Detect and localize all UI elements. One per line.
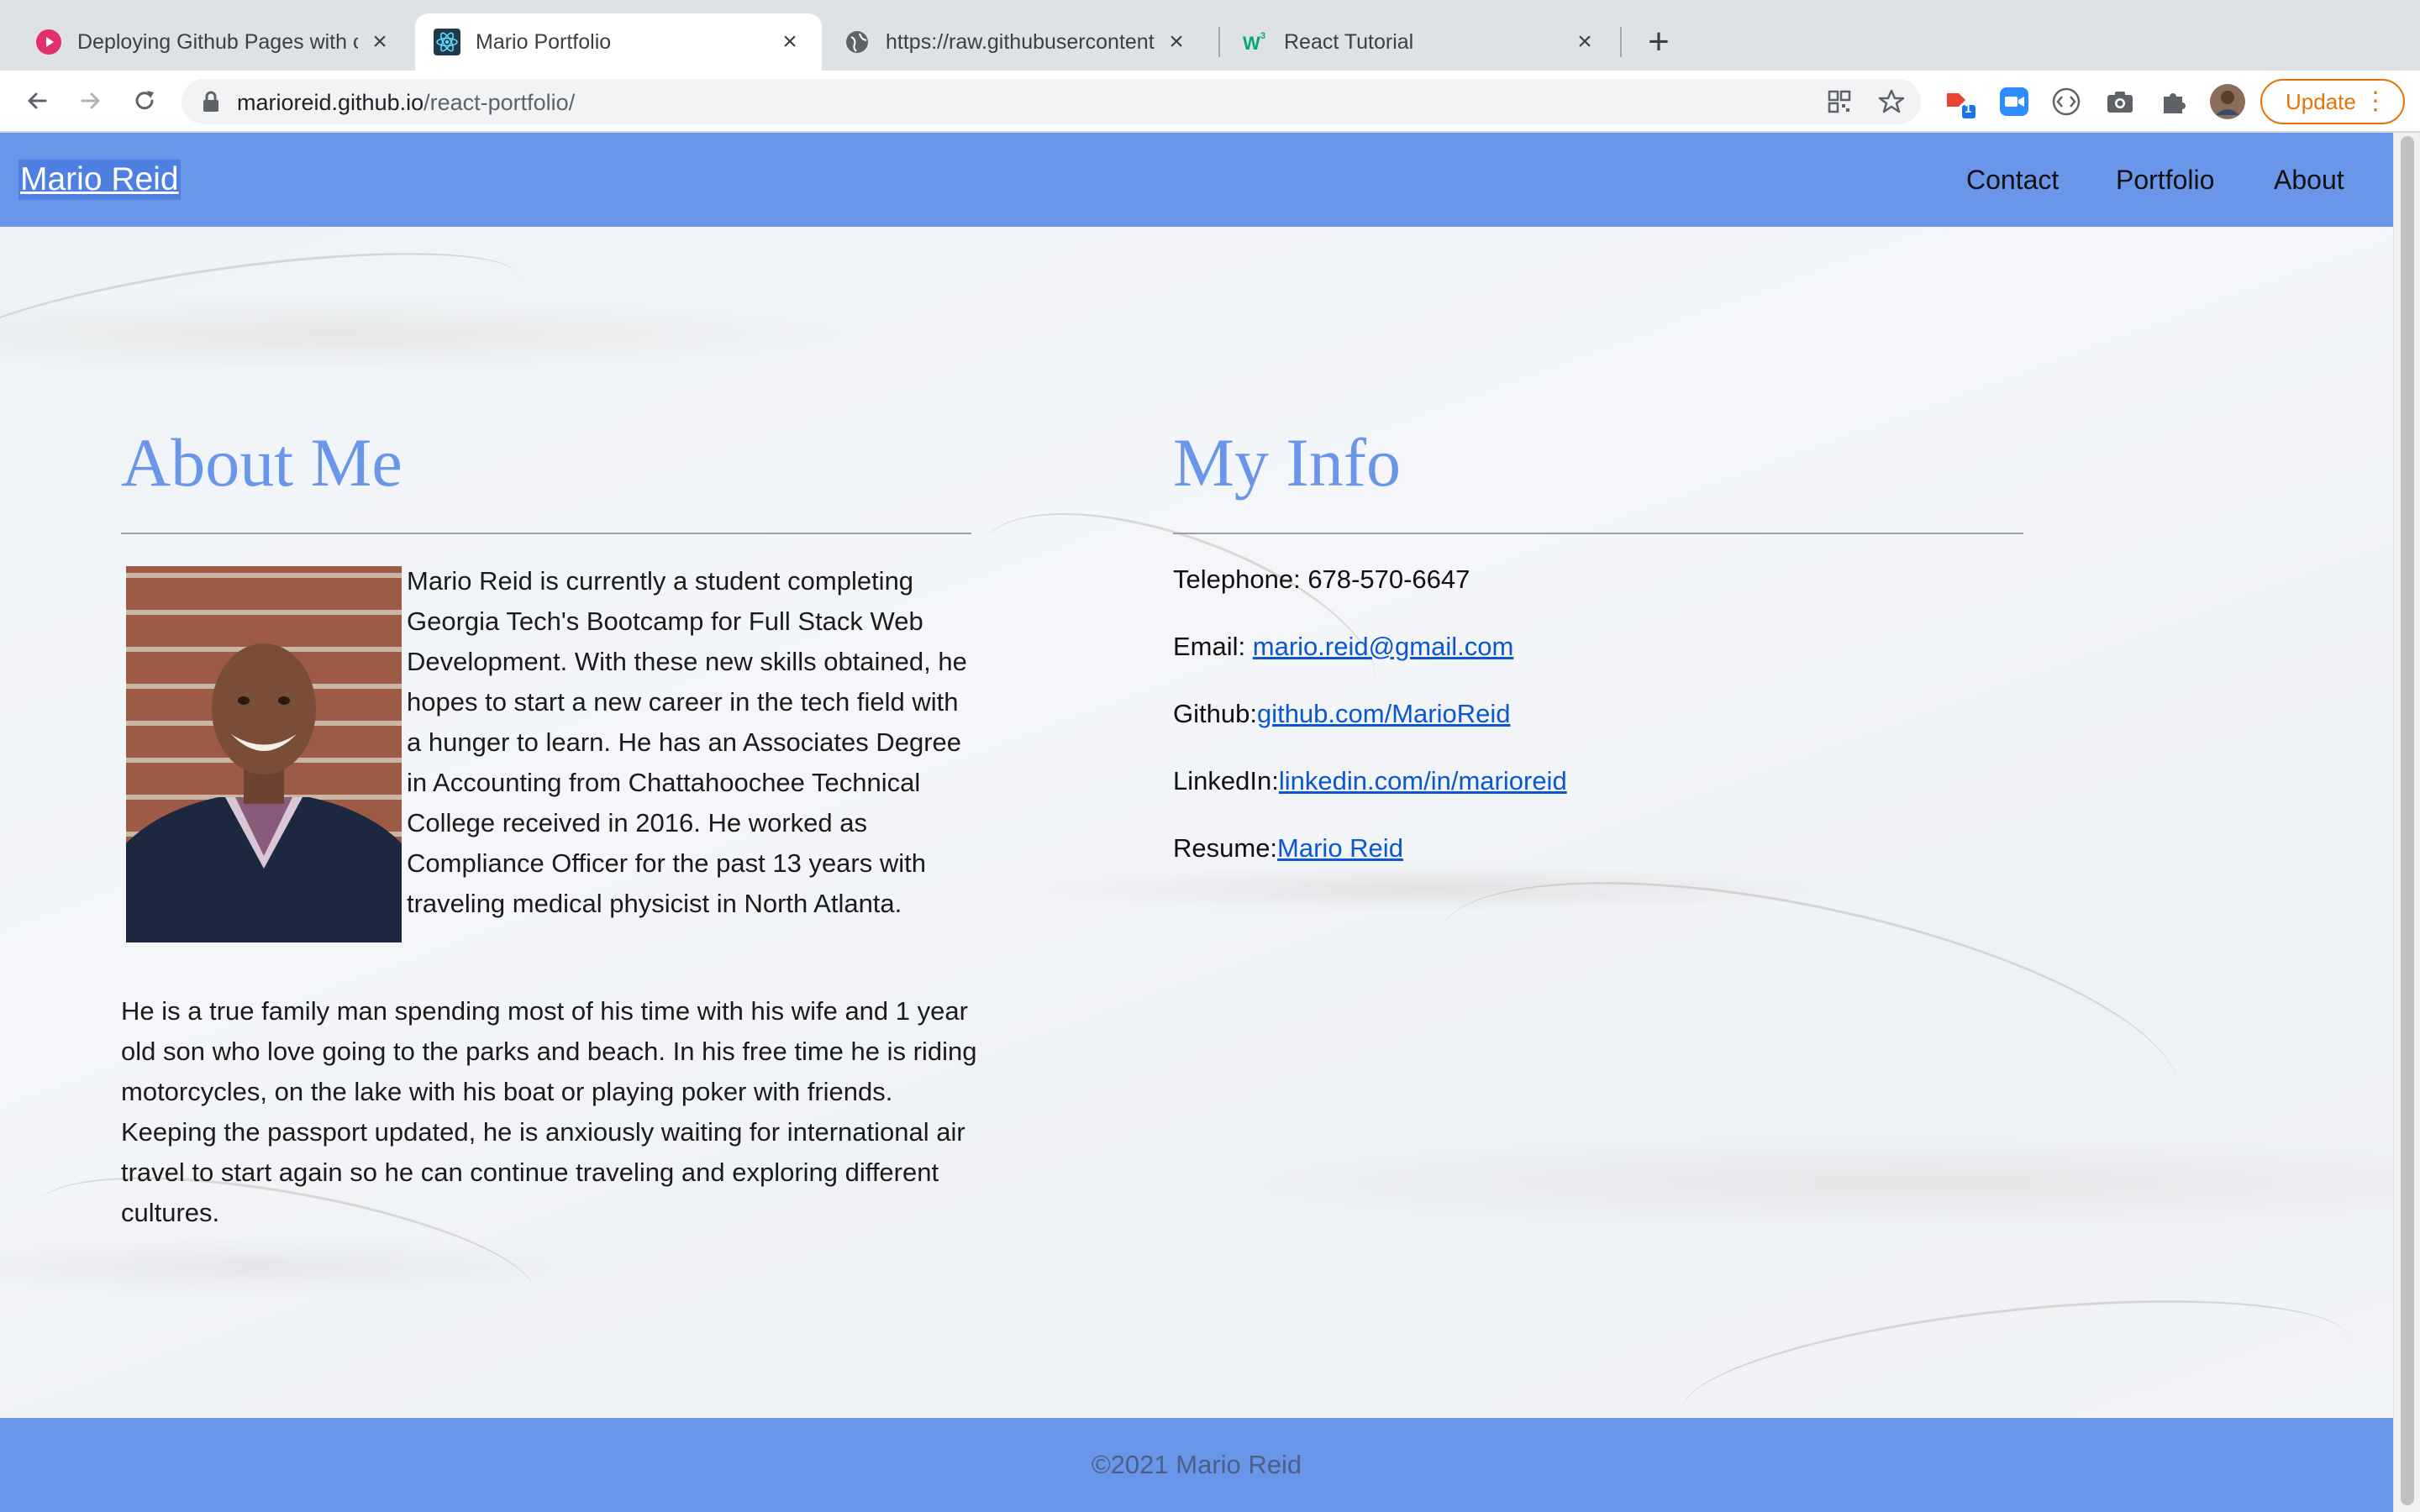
nav-link-contact[interactable]: Contact <box>1966 165 2059 196</box>
close-icon[interactable]: × <box>366 28 393 55</box>
site-footer: ©2021 Mario Reid <box>0 1418 2393 1512</box>
close-icon[interactable]: × <box>1571 28 1598 55</box>
linkedin-label: LinkedIn: <box>1173 766 1279 795</box>
update-button[interactable]: Update ⋮ <box>2260 79 2405 124</box>
more-vertical-icon[interactable]: ⋮ <box>2363 89 2388 114</box>
tab-title: Mario Portfolio <box>476 29 612 54</box>
background-streak <box>0 226 525 409</box>
url-text: marioreid.github.io/react-portfolio/ <box>237 90 575 116</box>
about-divider <box>121 533 971 534</box>
tab-deploying-github-pages[interactable]: Deploying Github Pages with c × <box>17 13 412 71</box>
url-path: /react-portfolio/ <box>424 90 576 115</box>
bookmark-star-icon[interactable] <box>1874 84 1909 119</box>
react-icon <box>434 29 460 55</box>
tab-separator <box>1218 27 1220 57</box>
profile-avatar[interactable] <box>2208 82 2247 121</box>
site-navbar: Mario Reid Contact Portfolio About <box>0 133 2393 227</box>
page-scrollbar[interactable] <box>2393 133 2420 1512</box>
back-arrow-icon[interactable] <box>17 81 57 121</box>
lock-icon[interactable] <box>202 91 220 117</box>
resume-link[interactable]: Mario Reid <box>1277 833 1403 863</box>
w3schools-icon: W3 <box>1242 29 1269 55</box>
about-paragraph-2: He is a true family man spending most of… <box>121 996 977 1227</box>
linkedin-link[interactable]: linkedin.com/in/marioreid <box>1279 766 1567 795</box>
linkedin-line: LinkedIn:linkedin.com/in/marioreid <box>1173 766 1567 796</box>
resume-line: Resume:Mario Reid <box>1173 833 1403 864</box>
profile-photo <box>126 566 402 942</box>
tab-separator <box>1620 27 1622 57</box>
close-icon[interactable]: × <box>1163 28 1190 55</box>
code-brackets-icon[interactable] <box>2047 82 2086 121</box>
tab-title: https://raw.githubusercontent.c <box>886 29 1155 54</box>
close-icon[interactable]: × <box>776 28 803 55</box>
page-viewport: Mario Reid Contact Portfolio About About… <box>0 133 2393 1512</box>
tab-react-tutorial[interactable]: W3 React Tutorial × <box>1223 13 1617 71</box>
nav-link-about[interactable]: About <box>2274 165 2344 196</box>
camera-icon[interactable] <box>2101 82 2139 121</box>
email-link[interactable]: mario.reid@gmail.com <box>1253 632 1514 661</box>
reload-icon[interactable] <box>124 81 165 121</box>
github-link[interactable]: github.com/MarioReid <box>1257 699 1511 728</box>
my-info-heading: My Info <box>1173 424 1402 501</box>
extension-tag-icon[interactable]: 1 <box>1941 82 1980 121</box>
svg-text:W: W <box>1243 33 1260 54</box>
url-host: marioreid.github.io <box>237 90 424 115</box>
telephone-label: Telephone: <box>1173 564 1308 594</box>
update-label: Update <box>2286 88 2356 114</box>
about-paragraph-1: Mario Reid is currently a student comple… <box>407 566 967 918</box>
github-line: Github:github.com/MarioReid <box>1173 699 1510 729</box>
address-bar[interactable]: marioreid.github.io/react-portfolio/ <box>182 79 1921 124</box>
tab-raw-githubusercontent[interactable]: https://raw.githubusercontent.c × <box>825 13 1208 71</box>
qr-code-icon[interactable] <box>1822 84 1857 119</box>
background-streak <box>1413 829 2200 1200</box>
brand-link[interactable]: Mario Reid <box>18 160 181 200</box>
youtube-icon <box>35 29 62 55</box>
telephone-value: 678-570-6647 <box>1307 564 1470 594</box>
svg-text:3: 3 <box>1260 31 1265 41</box>
extensions-puzzle-icon[interactable] <box>2154 82 2193 121</box>
info-divider <box>1173 533 2023 534</box>
footer-copyright: ©2021 Mario Reid <box>1091 1450 1302 1479</box>
tab-strip: Deploying Github Pages with c × Mario Po… <box>0 0 2420 71</box>
zoom-video-icon[interactable] <box>1995 82 2033 121</box>
new-tab-plus-icon[interactable]: + <box>1639 21 1679 62</box>
nav-link-portfolio[interactable]: Portfolio <box>2116 165 2214 196</box>
globe-icon <box>844 29 871 55</box>
forward-arrow-icon[interactable] <box>71 81 111 121</box>
about-me-heading: About Me <box>121 424 402 501</box>
tab-mario-portfolio[interactable]: Mario Portfolio × <box>415 13 822 71</box>
extension-badge: 1 <box>1965 102 1972 116</box>
github-label: Github: <box>1173 699 1257 728</box>
resume-label: Resume: <box>1173 833 1278 863</box>
email-label: Email: <box>1173 632 1253 661</box>
tab-title: React Tutorial <box>1284 29 1414 54</box>
scrollbar-thumb[interactable] <box>2401 136 2414 1505</box>
email-line: Email: mario.reid@gmail.com <box>1173 632 1513 662</box>
browser-toolbar: marioreid.github.io/react-portfolio/ 1 U… <box>0 71 2420 133</box>
tab-title: Deploying Github Pages with c <box>77 29 358 54</box>
telephone-line: Telephone: 678-570-6647 <box>1173 564 1470 595</box>
